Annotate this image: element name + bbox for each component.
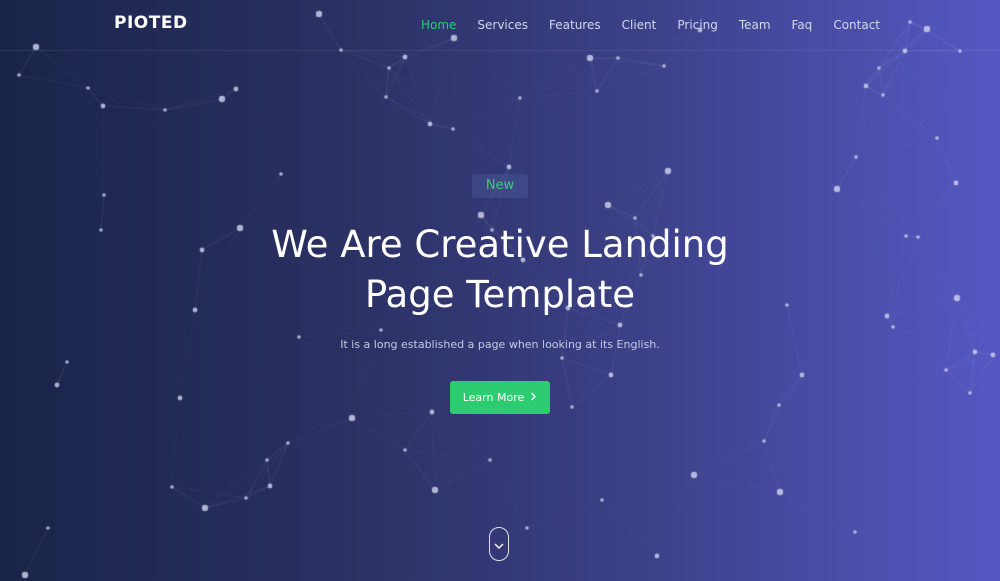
hero-section: New We Are Creative Landing Page Templat… bbox=[0, 0, 1000, 581]
scroll-down-button[interactable] bbox=[489, 527, 509, 561]
learn-more-button[interactable]: Learn More bbox=[450, 381, 550, 414]
hero-title: We Are Creative Landing Page Template bbox=[200, 220, 800, 320]
chevron-down-icon bbox=[494, 535, 504, 554]
chevron-right-icon bbox=[530, 391, 537, 404]
learn-more-label: Learn More bbox=[462, 391, 525, 404]
hero-title-line1: We Are Creative Landing bbox=[271, 223, 729, 266]
hero-title-line2: Page Template bbox=[364, 273, 636, 316]
hero-subtitle: It is a long established a page when loo… bbox=[340, 338, 660, 351]
new-badge: New bbox=[472, 174, 528, 198]
